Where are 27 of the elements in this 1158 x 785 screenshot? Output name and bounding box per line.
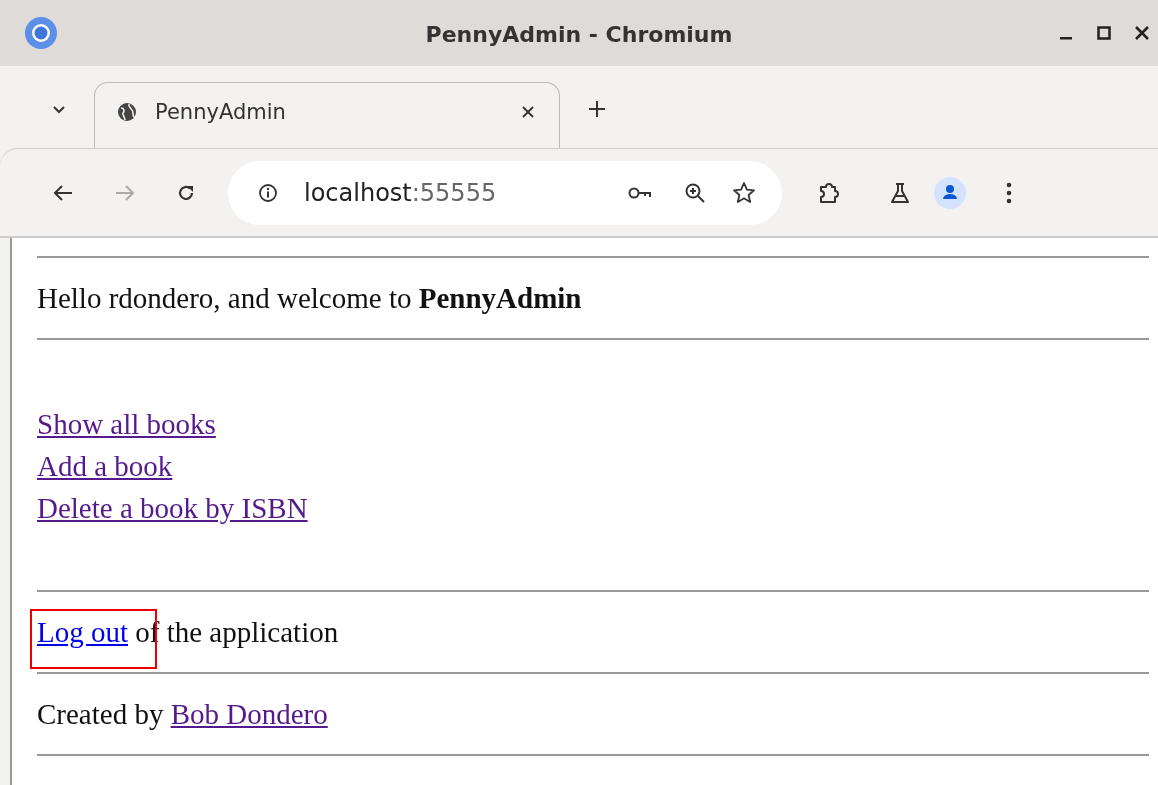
address-bar[interactable]: localhost:55555 <box>228 160 782 225</box>
browser-logo-icon <box>24 16 58 50</box>
menu-icon[interactable] <box>1006 181 1012 204</box>
browser-tab[interactable]: PennyAdmin <box>94 82 560 148</box>
maximize-icon[interactable] <box>1096 25 1112 41</box>
info-icon[interactable] <box>258 182 278 203</box>
flask-icon[interactable] <box>890 181 910 204</box>
window-title: PennyAdmin - Chromium <box>424 22 734 47</box>
chevron-down-icon[interactable] <box>52 105 66 115</box>
new-tab-icon[interactable] <box>588 100 606 118</box>
puzzle-icon[interactable] <box>818 181 840 204</box>
profile-avatar-icon[interactable] <box>934 176 966 209</box>
credit-text: Created by Bob Dondero <box>37 697 329 732</box>
nav-link[interactable]: Add a book <box>37 450 173 482</box>
globe-icon <box>117 101 137 122</box>
key-icon[interactable] <box>628 185 652 200</box>
url-text: localhost:55555 <box>304 178 498 207</box>
nav-link[interactable]: Show all books <box>37 408 216 440</box>
star-icon[interactable] <box>732 180 756 205</box>
back-arrow-icon[interactable] <box>52 182 74 203</box>
close-tab-icon[interactable] <box>521 104 535 119</box>
logout-link[interactable]: Log out <box>37 616 129 648</box>
nav-link[interactable]: Delete a book by ISBN <box>37 492 308 524</box>
greeting-text: Hello rdondero, and welcome to PennyAdmin <box>37 281 583 316</box>
close-icon[interactable] <box>1134 25 1150 41</box>
zoom-icon[interactable] <box>684 181 706 204</box>
author-link[interactable]: Bob Dondero <box>170 698 328 730</box>
